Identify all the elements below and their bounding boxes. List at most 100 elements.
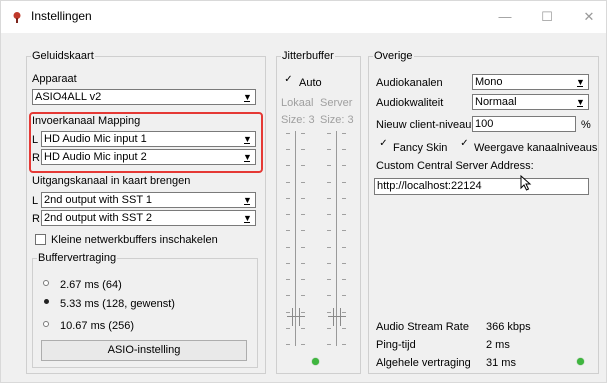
slider-tick bbox=[301, 214, 305, 215]
buffer-radio-128[interactable] bbox=[44, 299, 49, 304]
client-level-unit: % bbox=[581, 119, 591, 131]
slider-tick bbox=[327, 295, 331, 296]
local-size: Size: 3 bbox=[281, 114, 315, 126]
slider-tick bbox=[327, 344, 331, 345]
slider-tick bbox=[286, 247, 290, 248]
slider-tick bbox=[301, 149, 305, 150]
chevron-down-icon: ▼ bbox=[241, 211, 254, 225]
maximize-button[interactable]: ☐ bbox=[535, 7, 559, 27]
slider-thumb[interactable] bbox=[328, 308, 346, 326]
slider-tick bbox=[327, 149, 331, 150]
stream-rate-value: 366 kbps bbox=[486, 321, 531, 333]
close-button[interactable]: ✕ bbox=[577, 7, 601, 27]
stream-rate-label: Audio Stream Rate bbox=[376, 321, 469, 333]
slider-tick bbox=[327, 198, 331, 199]
delay-status-led bbox=[577, 358, 584, 365]
slider-tick bbox=[342, 295, 346, 296]
mouse-cursor-icon bbox=[520, 175, 532, 191]
channel-levels-checkbox[interactable]: ✓ bbox=[459, 139, 470, 150]
audio-quality-value: Normaal bbox=[475, 96, 517, 108]
slider-tick bbox=[342, 182, 346, 183]
client-level-input[interactable]: 100 bbox=[472, 116, 576, 132]
slider-tick bbox=[286, 230, 290, 231]
slider-tick bbox=[301, 344, 305, 345]
device-select-value: ASIO4ALL v2 bbox=[35, 91, 102, 103]
slider-tick bbox=[286, 312, 290, 313]
slider-tick bbox=[286, 344, 290, 345]
minimize-button[interactable]: — bbox=[493, 7, 517, 27]
small-buffers-label: Kleine netwerkbuffers inschakelen bbox=[51, 234, 218, 246]
settings-window: Instellingen — ☐ ✕ Geluidskaart Apparaat… bbox=[0, 0, 607, 383]
chevron-down-icon: ▼ bbox=[574, 75, 587, 89]
slider-tick bbox=[327, 279, 331, 280]
title-bar[interactable]: Instellingen — ☐ ✕ bbox=[1, 1, 606, 33]
slider-tick bbox=[301, 198, 305, 199]
overall-delay-label: Algehele vertraging bbox=[376, 357, 471, 369]
jitterbuffer-legend: Jitterbuffer bbox=[281, 50, 335, 63]
local-jitter-slider[interactable] bbox=[284, 131, 308, 346]
slider-tick bbox=[286, 214, 290, 215]
asio-settings-button[interactable]: ASIO-instelling bbox=[41, 340, 247, 361]
slider-tick bbox=[342, 230, 346, 231]
server-jitter-slider[interactable] bbox=[325, 131, 349, 346]
slider-tick bbox=[301, 263, 305, 264]
slider-tick bbox=[327, 263, 331, 264]
audio-quality-label: Audiokwaliteit bbox=[376, 97, 444, 109]
auto-checkbox[interactable]: ✓ bbox=[283, 75, 294, 86]
output-right-value: 2nd output with SST 2 bbox=[44, 212, 153, 224]
output-left-value: 2nd output with SST 1 bbox=[44, 194, 153, 206]
slider-tick bbox=[286, 263, 290, 264]
server-label: Server bbox=[320, 97, 353, 109]
custom-server-label: Custom Central Server Address: bbox=[376, 160, 534, 172]
app-logo-icon bbox=[13, 12, 21, 23]
slider-tick bbox=[342, 344, 346, 345]
auto-label: Auto bbox=[299, 77, 322, 89]
device-select[interactable]: ASIO4ALL v2 ▼ bbox=[32, 89, 256, 105]
slider-tick bbox=[342, 263, 346, 264]
chevron-down-icon: ▼ bbox=[574, 95, 587, 109]
device-label: Apparaat bbox=[32, 73, 77, 85]
slider-tick bbox=[342, 328, 346, 329]
audio-channels-value: Mono bbox=[475, 76, 503, 88]
small-buffers-checkbox[interactable] bbox=[35, 234, 46, 245]
chevron-down-icon: ▼ bbox=[241, 193, 254, 207]
output-left-prefix: L bbox=[32, 195, 39, 207]
client-level-label: Nieuw client-niveau bbox=[376, 119, 472, 131]
slider-tick bbox=[301, 230, 305, 231]
buffer-radio-64[interactable] bbox=[43, 280, 49, 286]
channel-levels-label: Weergave kanaalniveaus bbox=[474, 142, 598, 154]
output-right-prefix: R bbox=[32, 213, 40, 225]
slider-tick bbox=[301, 133, 305, 134]
window-title: Instellingen bbox=[31, 9, 92, 23]
output-mapping-label: Uitgangskanaal in kaart brengen bbox=[32, 175, 191, 187]
slider-tick bbox=[342, 312, 346, 313]
slider-tick bbox=[327, 328, 331, 329]
misc-legend: Overige bbox=[373, 50, 414, 63]
slider-tick bbox=[327, 214, 331, 215]
custom-server-input[interactable]: http://localhost:22124 bbox=[374, 178, 589, 195]
slider-tick bbox=[327, 230, 331, 231]
fancy-skin-label: Fancy Skin bbox=[393, 142, 448, 154]
buffer-radio-256[interactable] bbox=[43, 321, 49, 327]
fancy-skin-checkbox[interactable]: ✓ bbox=[378, 139, 389, 150]
slider-tick bbox=[286, 133, 290, 134]
buffer-option-64: 2.67 ms (64) bbox=[60, 279, 122, 291]
output-right-select[interactable]: 2nd output with SST 2 ▼ bbox=[41, 210, 256, 226]
buffer-option-128: 5.33 ms (128, gewenst) bbox=[60, 298, 175, 310]
slider-tick bbox=[286, 198, 290, 199]
slider-tick bbox=[301, 247, 305, 248]
audio-quality-select[interactable]: Normaal ▼ bbox=[472, 94, 589, 110]
jitter-status-led bbox=[312, 358, 319, 365]
slider-tick bbox=[342, 165, 346, 166]
slider-tick bbox=[301, 182, 305, 183]
ping-value: 2 ms bbox=[486, 339, 510, 351]
soundcard-legend: Geluidskaart bbox=[31, 50, 95, 63]
output-left-select[interactable]: 2nd output with SST 1 ▼ bbox=[41, 192, 256, 208]
chevron-down-icon: ▼ bbox=[241, 90, 254, 104]
slider-tick bbox=[342, 133, 346, 134]
slider-tick bbox=[286, 328, 290, 329]
slider-thumb[interactable] bbox=[287, 308, 305, 326]
slider-tick bbox=[301, 165, 305, 166]
audio-channels-select[interactable]: Mono ▼ bbox=[472, 74, 589, 90]
slider-tick bbox=[301, 295, 305, 296]
